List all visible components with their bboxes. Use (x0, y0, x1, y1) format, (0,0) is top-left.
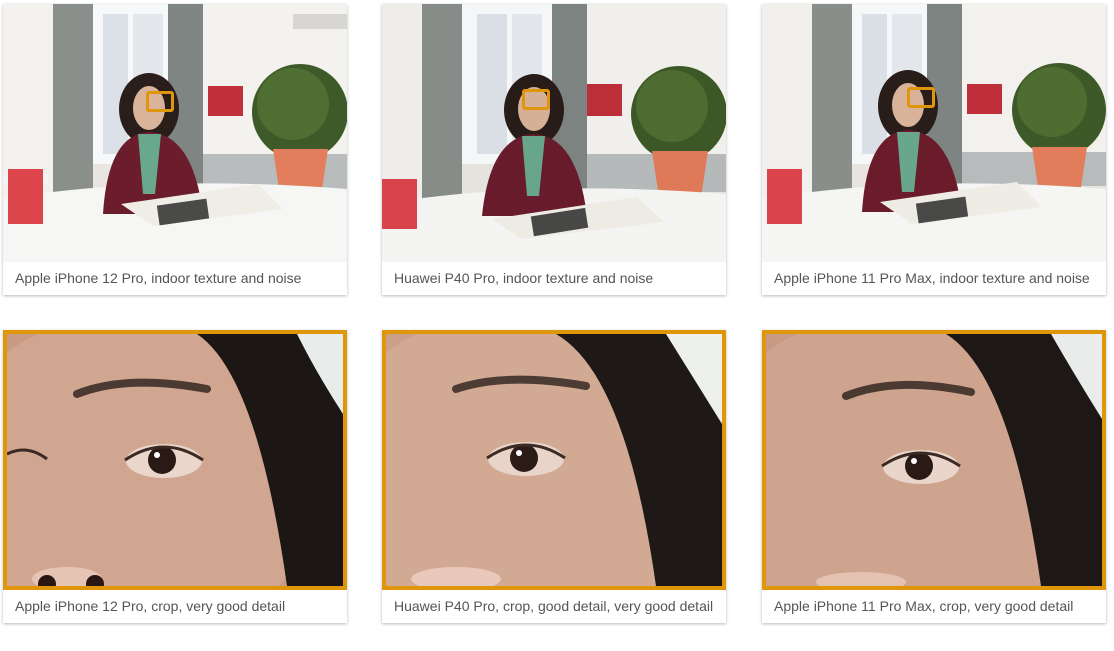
crop-highlight-box (146, 91, 174, 112)
scene-photo[interactable] (762, 4, 1106, 262)
photo-card-p40-crop[interactable]: Huawei P40 Pro, crop, good detail, very … (382, 330, 726, 623)
photo-caption: Apple iPhone 11 Pro Max, crop, very good… (774, 598, 1074, 614)
photo-card-iphone12-crop[interactable]: Apple iPhone 12 Pro, crop, very good det… (3, 330, 347, 623)
crop-photo[interactable] (382, 330, 726, 590)
scene-photo[interactable] (382, 4, 726, 262)
photo-caption: Huawei P40 Pro, crop, good detail, very … (394, 598, 714, 614)
photo-card-iphone11-crop[interactable]: Apple iPhone 11 Pro Max, crop, very good… (762, 330, 1106, 623)
photo-card-p40-scene[interactable]: Huawei P40 Pro, indoor texture and noise (382, 4, 726, 295)
photo-caption: Apple iPhone 11 Pro Max, indoor texture … (774, 270, 1090, 286)
photo-caption: Apple iPhone 12 Pro, crop, very good det… (15, 598, 286, 614)
crop-photo[interactable] (762, 330, 1106, 590)
photo-card-iphone11-scene[interactable]: Apple iPhone 11 Pro Max, indoor texture … (762, 4, 1106, 295)
photo-caption: Huawei P40 Pro, indoor texture and noise (394, 270, 654, 286)
crop-photo[interactable] (3, 330, 347, 590)
photo-caption: Apple iPhone 12 Pro, indoor texture and … (15, 270, 302, 286)
scene-photo[interactable] (3, 4, 347, 262)
crop-highlight-box (522, 89, 550, 110)
crop-highlight-box (907, 87, 935, 108)
photo-card-iphone12-scene[interactable]: Apple iPhone 12 Pro, indoor texture and … (3, 4, 347, 295)
